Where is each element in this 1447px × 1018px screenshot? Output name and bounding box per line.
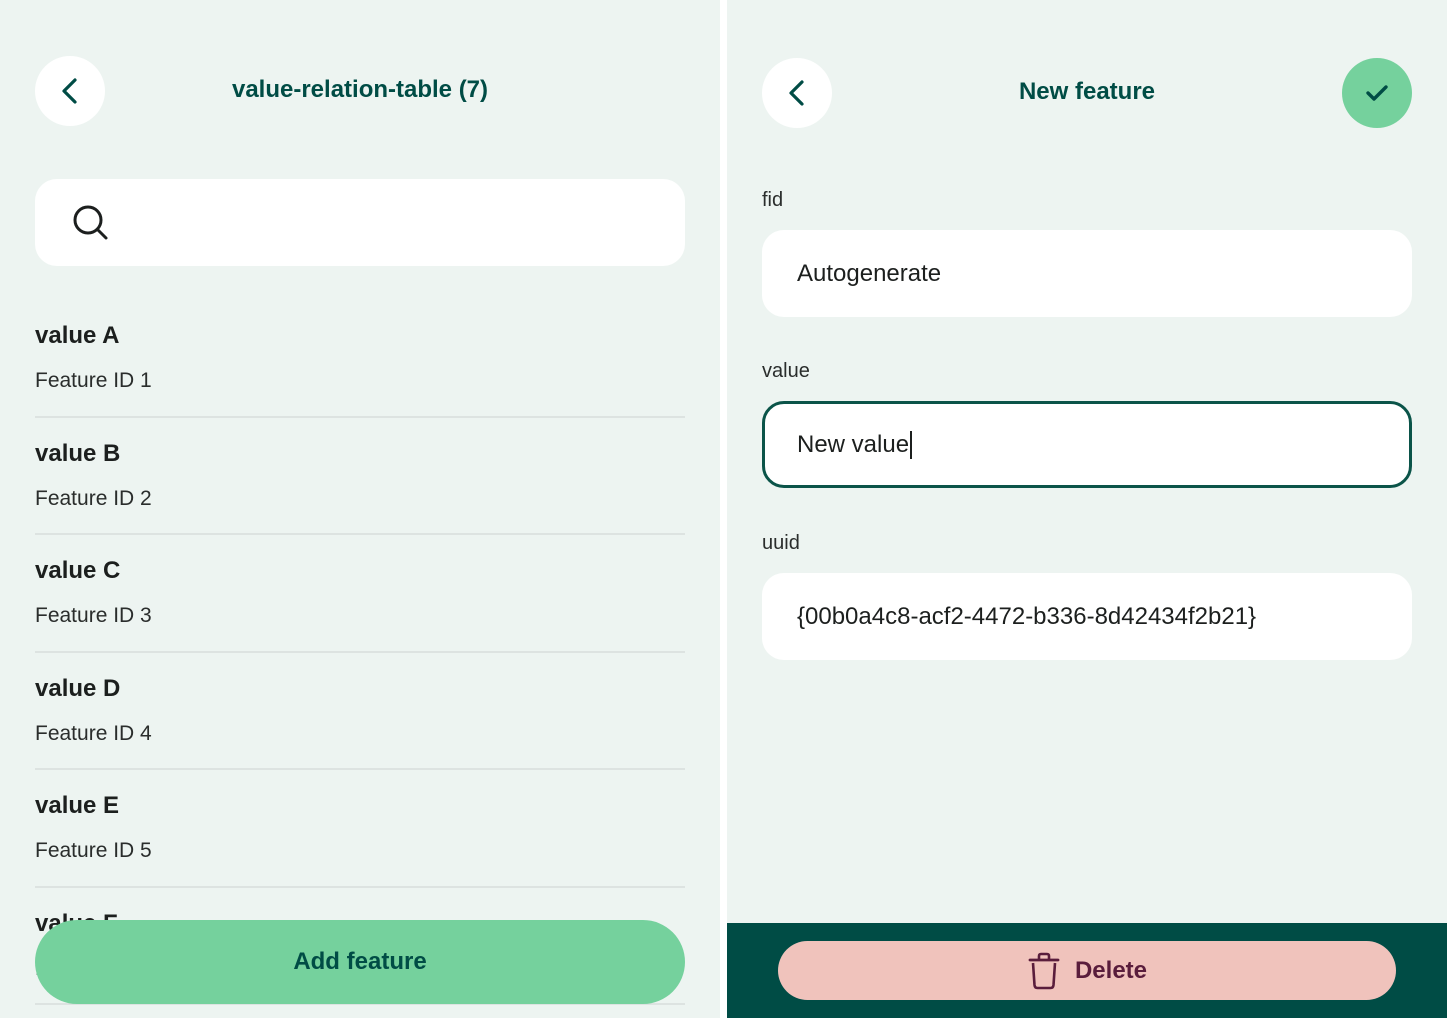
item-title: value D xyxy=(35,674,121,702)
trash-icon xyxy=(1028,952,1060,989)
list-item[interactable]: value A Feature ID 1 xyxy=(35,300,685,418)
field-label-fid: fid xyxy=(762,189,784,211)
confirm-button[interactable] xyxy=(1342,58,1412,128)
list-item[interactable]: value E Feature ID 5 xyxy=(35,770,685,888)
item-subtitle: Feature ID 3 xyxy=(35,604,152,627)
item-subtitle: Feature ID 4 xyxy=(35,721,152,745)
footer-bar: Delete xyxy=(727,923,1447,1018)
fid-field[interactable]: Autogenerate xyxy=(762,230,1412,317)
field-label-uuid: uuid xyxy=(762,532,800,554)
fid-value: Autogenerate xyxy=(797,259,942,287)
feature-list: value A Feature ID 1 value B Feature ID … xyxy=(35,300,685,1005)
item-subtitle: Feature ID 1 xyxy=(35,369,152,392)
item-title: value E xyxy=(35,792,120,819)
list-item[interactable]: value C Feature ID 3 xyxy=(35,535,685,653)
search-field[interactable] xyxy=(35,179,685,266)
value-text: New value xyxy=(797,430,910,458)
search-input[interactable] xyxy=(125,192,685,253)
item-subtitle: Feature ID 2 xyxy=(35,486,152,510)
list-item[interactable]: value B Feature ID 2 xyxy=(35,418,685,535)
value-field[interactable]: New value xyxy=(762,401,1412,488)
list-item[interactable]: value D Feature ID 4 xyxy=(35,653,685,770)
search-icon xyxy=(73,205,108,239)
feature-list-panel: value-relation-table (7) value A Feature… xyxy=(0,0,720,1018)
item-title: value B xyxy=(35,439,121,467)
item-title: value A xyxy=(35,322,120,349)
item-title: value C xyxy=(35,557,121,584)
uuid-value: {00b0a4c8-acf2-4472-b336-8d42434f2b21} xyxy=(797,602,1257,630)
uuid-field[interactable]: {00b0a4c8-acf2-4472-b336-8d42434f2b21} xyxy=(762,573,1412,660)
feature-form-panel: New feature fid Autogenerate value New v… xyxy=(727,0,1447,1018)
field-label-value: value xyxy=(762,360,810,382)
checkmark-icon xyxy=(1366,85,1388,101)
page-title: value-relation-table (7) xyxy=(231,76,489,103)
delete-label: Delete xyxy=(1074,956,1148,984)
text-caret xyxy=(910,430,913,459)
add-feature-button[interactable]: Add feature xyxy=(35,920,685,1004)
page-title: New feature xyxy=(1018,78,1156,105)
delete-button[interactable]: Delete xyxy=(778,941,1396,1000)
item-subtitle: Feature ID 5 xyxy=(35,839,152,862)
